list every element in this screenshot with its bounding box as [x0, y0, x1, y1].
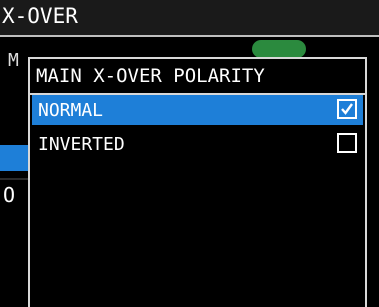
option-normal[interactable]: NORMAL — [32, 95, 363, 125]
background-toggle-switch[interactable] — [252, 40, 306, 58]
background-row-label-fragment-2: O — [3, 183, 16, 207]
header-bar: X-OVER — [0, 0, 379, 37]
page-title: X-OVER — [2, 4, 78, 28]
option-inverted[interactable]: INVERTED — [32, 129, 363, 159]
dialog-title: MAIN X-OVER POLARITY — [36, 65, 265, 87]
option-normal-checkbox[interactable] — [337, 99, 357, 119]
option-normal-label: NORMAL — [38, 100, 104, 121]
background-row-label-fragment: M — [8, 50, 19, 71]
option-inverted-checkbox[interactable] — [337, 133, 357, 153]
checkmark-icon — [341, 103, 353, 115]
option-inverted-label: INVERTED — [38, 134, 125, 155]
polarity-dialog: MAIN X-OVER POLARITY NORMAL INVERTED — [28, 57, 367, 307]
